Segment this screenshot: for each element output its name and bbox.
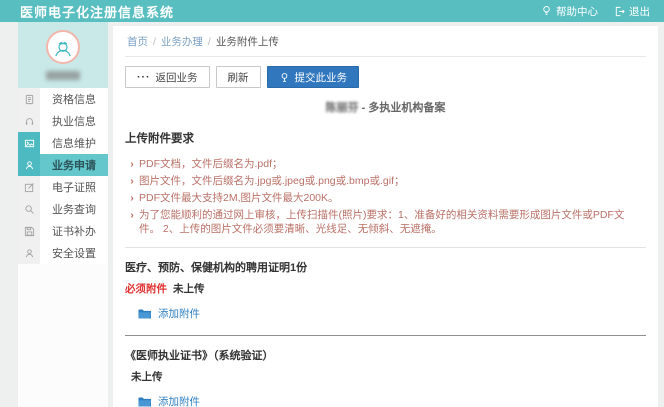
attachment-section-practice-certificate: 《医师执业证书》（系统验证） 未上传 添加附件 <box>125 336 646 407</box>
sidebar-filler <box>18 264 108 407</box>
chevron-bullet-icon: › <box>125 174 139 188</box>
requirement-item: › PDF文件最大支持2M,图片文件最大200K。 <box>125 191 646 205</box>
logout-icon <box>614 6 625 17</box>
image-icon <box>18 132 40 154</box>
breadcrumb: 首页 / 业务办理 / 业务附件上传 <box>125 26 646 57</box>
upload-status: 未上传 <box>173 281 205 296</box>
sidebar-item-label: 信息维护 <box>40 132 108 154</box>
sidebar-item-label: 安全设置 <box>40 242 108 264</box>
header-actions: 帮助中心 退出 <box>541 4 650 19</box>
app-window: 医师电子化注册信息系统 帮助中心 退出 <box>0 0 664 407</box>
add-attachment-button[interactable]: 添加附件 <box>138 394 200 407</box>
logout-link[interactable]: 退出 <box>614 4 650 19</box>
requirement-item: › 图片文件，文件后缀名为.jpg或.jpeg或.png或.bmp或.gif； <box>125 174 646 188</box>
sidebar-item-certificate-reissue[interactable]: 证书补办 <box>18 220 108 242</box>
folder-icon <box>138 396 152 407</box>
attachment-title: 《医师执业证书》（系统验证） <box>125 347 646 363</box>
user-profile-block <box>18 22 108 88</box>
app-title: 医师电子化注册信息系统 <box>20 2 174 21</box>
sidebar-menu: 资格信息 执业信息 信息维护 业务申请 <box>18 88 108 264</box>
help-center-link[interactable]: 帮助中心 <box>541 4 598 19</box>
attachment-title: 医疗、预防、保健机构的聘用证明1份 <box>125 259 646 275</box>
user-icon <box>18 154 40 176</box>
sidebar-item-label: 证书补办 <box>40 220 108 242</box>
main-panel: 首页 / 业务办理 / 业务附件上传 ··· 返回业务 刷新 提交此业务 陈丽芬… <box>113 26 658 407</box>
sidebar-item-business-query[interactable]: 业务查询 <box>18 198 108 220</box>
upload-requirements-title: 上传附件要求 <box>125 130 646 146</box>
attachment-status-line: 未上传 <box>125 369 646 384</box>
toolbar: ··· 返回业务 刷新 提交此业务 <box>125 66 646 88</box>
doctor-avatar-icon <box>51 35 75 59</box>
sidebar-item-label: 执业信息 <box>40 110 108 132</box>
floppy-save-icon <box>18 220 40 242</box>
breadcrumb-separator: / <box>208 36 211 48</box>
requirement-item: › PDF文档，文件后缀名为.pdf； <box>125 157 646 171</box>
upload-status: 未上传 <box>131 369 163 384</box>
back-to-business-button[interactable]: ··· 返回业务 <box>125 66 210 88</box>
breadcrumb-business-handling[interactable]: 业务办理 <box>161 34 203 49</box>
ellipsis-icon: ··· <box>137 71 151 83</box>
upload-requirements-list: › PDF文档，文件后缀名为.pdf； › 图片文件，文件后缀名为.jpg或.j… <box>125 157 646 236</box>
attachment-section-employment-certificate: 医疗、预防、保健机构的聘用证明1份 必须附件 未上传 添加附件 <box>125 248 646 336</box>
refresh-button[interactable]: 刷新 <box>216 66 261 88</box>
app-header: 医师电子化注册信息系统 帮助中心 退出 <box>0 0 664 22</box>
chevron-bullet-icon: › <box>125 157 139 171</box>
sidebar-item-business-application[interactable]: 业务申请 <box>18 154 108 176</box>
sidebar-item-electronic-certificate[interactable]: 电子证照 <box>18 176 108 198</box>
user-name-redacted <box>46 71 80 80</box>
chevron-bullet-icon: › <box>125 208 139 236</box>
add-attachment-button[interactable]: 添加附件 <box>138 306 200 321</box>
sidebar: 资格信息 执业信息 信息维护 业务申请 <box>18 22 108 407</box>
edit-icon <box>18 176 40 198</box>
sidebar-item-qualification-info[interactable]: 资格信息 <box>18 88 108 110</box>
requirement-item: › 为了您能顺利的通过网上审核，上传扫描件(照片)要求：1、准备好的相关资料需要… <box>125 208 646 236</box>
chevron-bullet-icon: › <box>125 191 139 205</box>
user-lock-icon <box>18 242 40 264</box>
breadcrumb-separator: / <box>153 36 156 48</box>
headset-icon <box>18 110 40 132</box>
record-type: - 多执业机构备案 <box>359 102 446 114</box>
sidebar-item-practice-info[interactable]: 执业信息 <box>18 110 108 132</box>
patient-name: 陈丽芬 <box>326 102 359 114</box>
sidebar-item-info-maintenance[interactable]: 信息维护 <box>18 132 108 154</box>
breadcrumb-home[interactable]: 首页 <box>127 34 148 49</box>
submit-icon <box>279 72 290 83</box>
required-badge: 必须附件 <box>125 281 167 296</box>
sidebar-item-label: 业务查询 <box>40 198 108 220</box>
sidebar-item-security-settings[interactable]: 安全设置 <box>18 242 108 264</box>
folder-icon <box>138 308 152 319</box>
attachment-status-line: 必须附件 未上传 <box>125 281 646 296</box>
sidebar-item-label: 资格信息 <box>40 88 108 110</box>
breadcrumb-current: 业务附件上传 <box>216 34 279 49</box>
avatar <box>46 30 80 64</box>
record-title: 陈丽芬 - 多执业机构备案 <box>125 99 646 115</box>
search-icon <box>18 198 40 220</box>
sidebar-item-label: 电子证照 <box>40 176 108 198</box>
submit-business-button[interactable]: 提交此业务 <box>267 66 360 88</box>
lightbulb-icon <box>541 5 552 17</box>
sidebar-item-label: 业务申请 <box>40 154 108 176</box>
document-icon <box>18 88 40 110</box>
